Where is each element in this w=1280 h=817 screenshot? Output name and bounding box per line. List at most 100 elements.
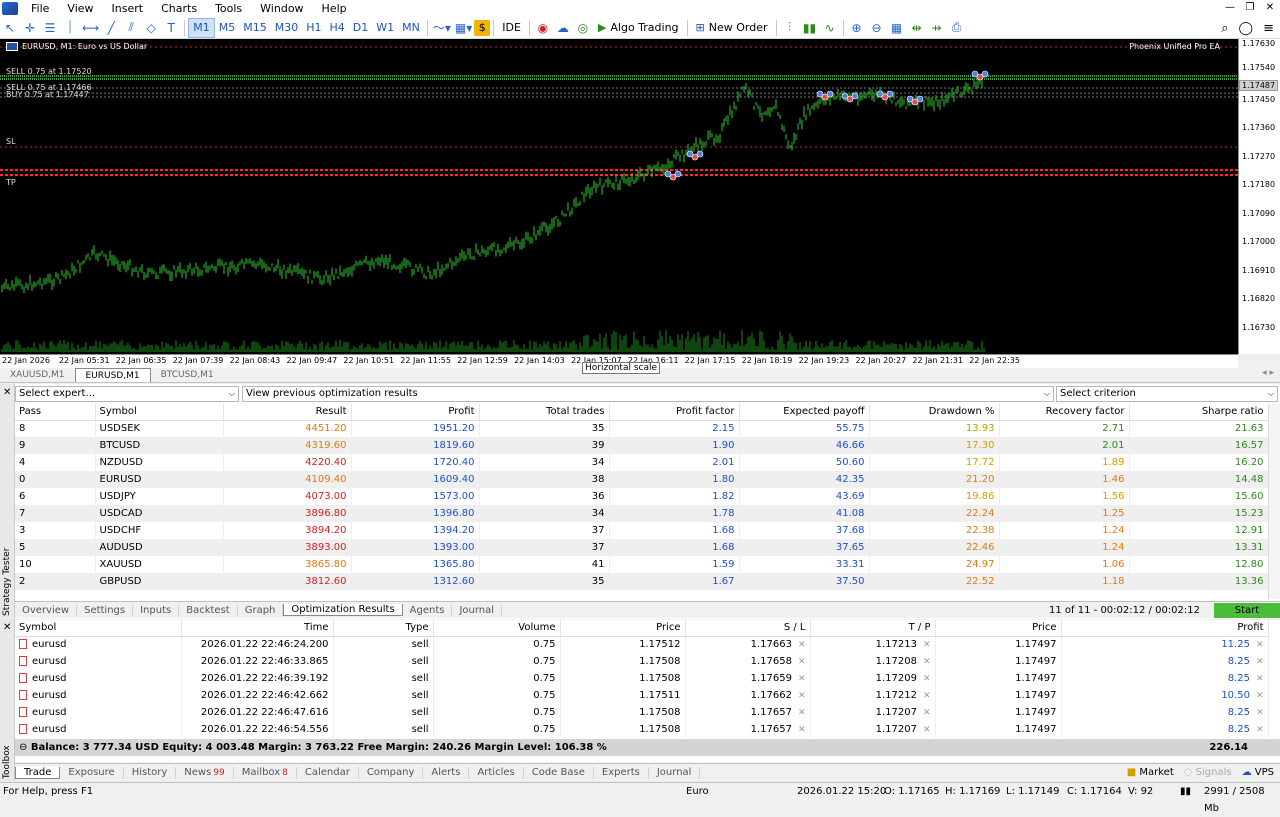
market-button[interactable]: ■ Market [1127, 767, 1174, 778]
restore-icon[interactable]: ❐ [1240, 0, 1260, 16]
close-icon[interactable]: ✕ [923, 725, 931, 735]
radio-icon[interactable]: ◉ [533, 18, 553, 38]
close-icon[interactable]: ✕ [798, 657, 806, 667]
new-order-button[interactable]: ⊞ New Order [691, 18, 773, 38]
table-row[interactable]: eurusd 2026.01.22 22:46:47.616 sell 0.75 1.1… [15, 704, 1269, 721]
toolbox-tab[interactable]: Trade [15, 766, 61, 779]
table-row[interactable]: eurusd 2026.01.22 22:46:42.662 sell 0.75 1.1… [15, 687, 1269, 704]
price-chart[interactable]: EURUSD, M1: Euro vs US Dollar Phoenix Un… [0, 39, 1238, 354]
zoom-in-icon[interactable]: ⊕ [847, 18, 867, 38]
close-icon[interactable]: ✕ [1256, 640, 1264, 650]
column-header[interactable]: Total trades [479, 404, 610, 421]
text-tool-icon[interactable]: T [161, 18, 181, 38]
lines-icon[interactable]: ☰ [40, 18, 60, 38]
start-button[interactable]: Start [1214, 603, 1280, 618]
close-icon[interactable]: ✕ [923, 674, 931, 684]
column-header[interactable]: Expected payoff [739, 404, 870, 421]
vertical-line-icon[interactable]: ⏐ [60, 18, 80, 38]
menu-charts[interactable]: Charts [152, 2, 206, 15]
menu-view[interactable]: View [58, 2, 102, 15]
close-icon[interactable]: ✕ [798, 708, 806, 718]
close-tester-icon[interactable]: ✕ [3, 387, 11, 398]
tf-h4[interactable]: H4 [325, 18, 348, 38]
menu-file[interactable]: File [22, 2, 58, 15]
previous-results-dropdown[interactable]: View previous optimization results ⌵ [242, 386, 1054, 402]
search-icon[interactable]: ⌕ [1221, 21, 1228, 36]
close-icon[interactable]: ✕ [798, 691, 806, 701]
tab-inputs[interactable]: Inputs [133, 604, 180, 616]
table-row[interactable]: eurusd 2026.01.22 22:46:54.556 sell 0.75 1.1… [15, 721, 1269, 738]
tf-m1[interactable]: M1 [188, 17, 215, 38]
table-row[interactable]: eurusd 2026.01.22 22:46:24.200 sell 0.75 1.1… [15, 636, 1269, 653]
menu-tools[interactable]: Tools [206, 2, 251, 15]
minimize-icon[interactable]: — [1220, 0, 1240, 16]
close-icon[interactable]: ✕ [1256, 708, 1264, 718]
menu-icon[interactable]: ≡ [1263, 21, 1274, 36]
trendline-icon[interactable]: ╱ [101, 18, 121, 38]
column-header[interactable]: Time [181, 620, 334, 637]
column-header[interactable]: Symbol [15, 620, 182, 637]
grid-icon[interactable]: ▦ [887, 18, 907, 38]
close-icon[interactable]: ✕ [798, 725, 806, 735]
table-row[interactable]: 10 XAUUSD 3865.80 1365.80 41 1.59 33.31 24.97 1.… [15, 556, 1269, 573]
column-header[interactable]: Drawdown % [869, 404, 1000, 421]
column-header[interactable]: Sharpe ratio [1129, 404, 1269, 421]
signals-button[interactable]: ◌ Signals [1184, 767, 1232, 778]
toolbox-tab[interactable]: Journal [649, 766, 701, 779]
bars-icon[interactable]: ⫶ [780, 18, 800, 38]
table-row[interactable]: 2 GBPUSD 3812.60 1312.60 35 1.67 37.50 22.52 1.1… [15, 573, 1269, 590]
table-row[interactable]: 8 USDSEK 4451.20 1951.20 35 2.15 55.75 13.93 2.7… [15, 420, 1269, 437]
cursor-icon[interactable]: ↖ [0, 18, 20, 38]
autoscroll-icon[interactable]: ⇹ [907, 18, 927, 38]
tab-scroll-icon[interactable]: ◂ ▸ [1262, 368, 1274, 378]
toolbox-tab[interactable]: History [124, 766, 177, 779]
channel-icon[interactable]: ⫽ [121, 18, 141, 38]
tab-overview[interactable]: Overview [15, 604, 78, 616]
table-row[interactable]: 5 AUDUSD 3893.00 1393.00 37 1.68 37.65 22.46 1.2… [15, 539, 1269, 556]
close-icon[interactable]: ✕ [798, 640, 806, 650]
chart-tab-xauusd[interactable]: XAUUSD,M1 [0, 368, 75, 382]
tab-graph[interactable]: Graph [238, 604, 284, 616]
tab-backtest[interactable]: Backtest [179, 604, 238, 616]
tab-optimization-results[interactable]: Optimization Results [283, 604, 403, 616]
column-header[interactable]: Profit [351, 404, 480, 421]
close-icon[interactable]: ✕ [1256, 657, 1264, 667]
price-axis[interactable]: 1.17630 1.17540 1.17487 1.17450 1.17360 1.172… [1238, 39, 1280, 354]
toolbox-tab[interactable]: Articles [469, 766, 524, 779]
chart-shift-icon[interactable]: ⇸ [927, 18, 947, 38]
toolbox-tab[interactable]: Company [359, 766, 424, 779]
table-row[interactable]: eurusd 2026.01.22 22:46:33.865 sell 0.75 1.1… [15, 653, 1269, 670]
close-icon[interactable]: ✕ [1256, 725, 1264, 735]
select-expert-dropdown[interactable]: Select expert... ⌵ [15, 386, 239, 402]
toolbox-tab[interactable]: Calendar [297, 766, 359, 779]
close-icon[interactable]: ✕ [798, 674, 806, 684]
tab-journal[interactable]: Journal [452, 604, 503, 616]
column-header[interactable]: Result [223, 404, 352, 421]
menu-window[interactable]: Window [251, 2, 312, 15]
toolbox-tab[interactable]: Mailbox 8 [234, 766, 297, 779]
criterion-dropdown[interactable]: Select criterion ⌵ [1056, 386, 1278, 402]
shapes-icon[interactable]: ◇ [141, 18, 161, 38]
close-icon[interactable]: ✕ [1260, 0, 1280, 16]
column-header[interactable]: Price [935, 620, 1062, 637]
menu-help[interactable]: Help [313, 2, 356, 15]
column-header[interactable]: Pass [15, 404, 96, 421]
zoom-out-icon[interactable]: ⊖ [867, 18, 887, 38]
chart-tab-eurusd[interactable]: EURUSD,M1 [74, 368, 151, 382]
column-header[interactable]: Price [560, 620, 686, 637]
table-row[interactable]: 6 USDJPY 4073.00 1573.00 36 1.82 43.69 19.86 1.5… [15, 488, 1269, 505]
tab-settings[interactable]: Settings [77, 604, 134, 616]
close-icon[interactable]: ✕ [923, 657, 931, 667]
table-row[interactable]: 9 BTCUSD 4319.60 1819.60 39 1.90 46.66 17.30 2.0… [15, 437, 1269, 454]
chart-type-icon[interactable]: 〜▾ [431, 18, 453, 38]
close-icon[interactable]: ✕ [923, 708, 931, 718]
toolbox-tab[interactable]: News 99 [176, 766, 234, 779]
tf-m30[interactable]: M30 [271, 18, 303, 38]
column-header[interactable]: Recovery factor [999, 404, 1130, 421]
toolbox-tab[interactable]: Alerts [423, 766, 470, 779]
tf-m15[interactable]: M15 [239, 18, 271, 38]
results-scrollbar[interactable] [1268, 404, 1280, 599]
table-row[interactable]: 0 EURUSD 4109.40 1609.40 38 1.80 42.35 21.20 1.4… [15, 471, 1269, 488]
templates-icon[interactable]: ▦▾ [453, 18, 474, 38]
menu-insert[interactable]: Insert [103, 2, 153, 15]
